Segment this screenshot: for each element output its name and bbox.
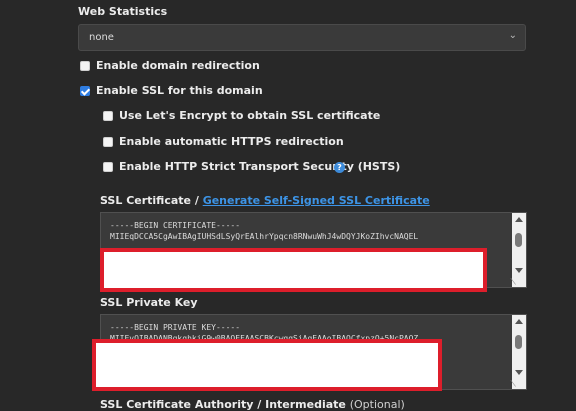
- scroll-up-icon[interactable]: [515, 217, 523, 222]
- ssl-ca-label: SSL Certificate Authority / Intermediate…: [100, 398, 405, 411]
- chevron-down-icon: ⌄: [508, 30, 517, 41]
- certificate-line-2: MIIEqDCCA5CgAwIBAgIUHSdLSyQrEAlhrYpqcn8R…: [110, 232, 419, 241]
- web-statistics-value: none: [89, 32, 114, 43]
- scroll-thumb[interactable]: [515, 335, 522, 349]
- ssl-certificate-title: SSL Certificate /: [100, 194, 199, 207]
- ssl-private-key-label: SSL Private Key: [100, 296, 198, 309]
- scroll-up-icon[interactable]: [515, 319, 523, 324]
- domain-redirection-checkbox[interactable]: [80, 61, 90, 71]
- ssl-label: Enable SSL for this domain: [96, 84, 263, 97]
- redaction-box: [92, 339, 442, 391]
- hsts-label: Enable HTTP Strict Transport Security (H…: [119, 160, 401, 173]
- https-redirect-checkbox[interactable]: [103, 137, 113, 147]
- https-redirect-label: Enable automatic HTTPS redirection: [119, 135, 344, 148]
- ssl-certificate-label: SSL Certificate / Generate Self-Signed S…: [100, 194, 430, 207]
- redaction-box: [100, 248, 487, 292]
- hsts-checkbox[interactable]: [103, 162, 113, 172]
- certificate-scrollbar[interactable]: [512, 213, 526, 287]
- ssl-checkbox[interactable]: [80, 86, 90, 96]
- help-icon[interactable]: ?: [334, 162, 345, 173]
- web-statistics-label: Web Statistics: [78, 5, 168, 18]
- generate-self-signed-link[interactable]: Generate Self-Signed SSL Certificate: [203, 194, 430, 207]
- private-key-line-1: -----BEGIN PRIVATE KEY-----: [110, 323, 241, 332]
- scroll-thumb[interactable]: [515, 233, 522, 247]
- lets-encrypt-label: Use Let's Encrypt to obtain SSL certific…: [119, 109, 381, 122]
- private-key-scrollbar[interactable]: [512, 315, 526, 389]
- scroll-down-icon[interactable]: [515, 370, 523, 375]
- web-statistics-select[interactable]: none ⌄: [78, 24, 526, 51]
- lets-encrypt-checkbox[interactable]: [103, 111, 113, 121]
- scroll-down-icon[interactable]: [515, 268, 523, 273]
- optional-note: (Optional): [349, 398, 405, 411]
- certificate-line-1: -----BEGIN CERTIFICATE-----: [110, 221, 241, 230]
- resize-grip-icon[interactable]: ⃥: [516, 379, 525, 388]
- domain-redirection-label: Enable domain redirection: [96, 59, 260, 72]
- resize-grip-icon[interactable]: ⃥: [516, 277, 525, 286]
- ssl-ca-title: SSL Certificate Authority / Intermediate: [100, 398, 346, 411]
